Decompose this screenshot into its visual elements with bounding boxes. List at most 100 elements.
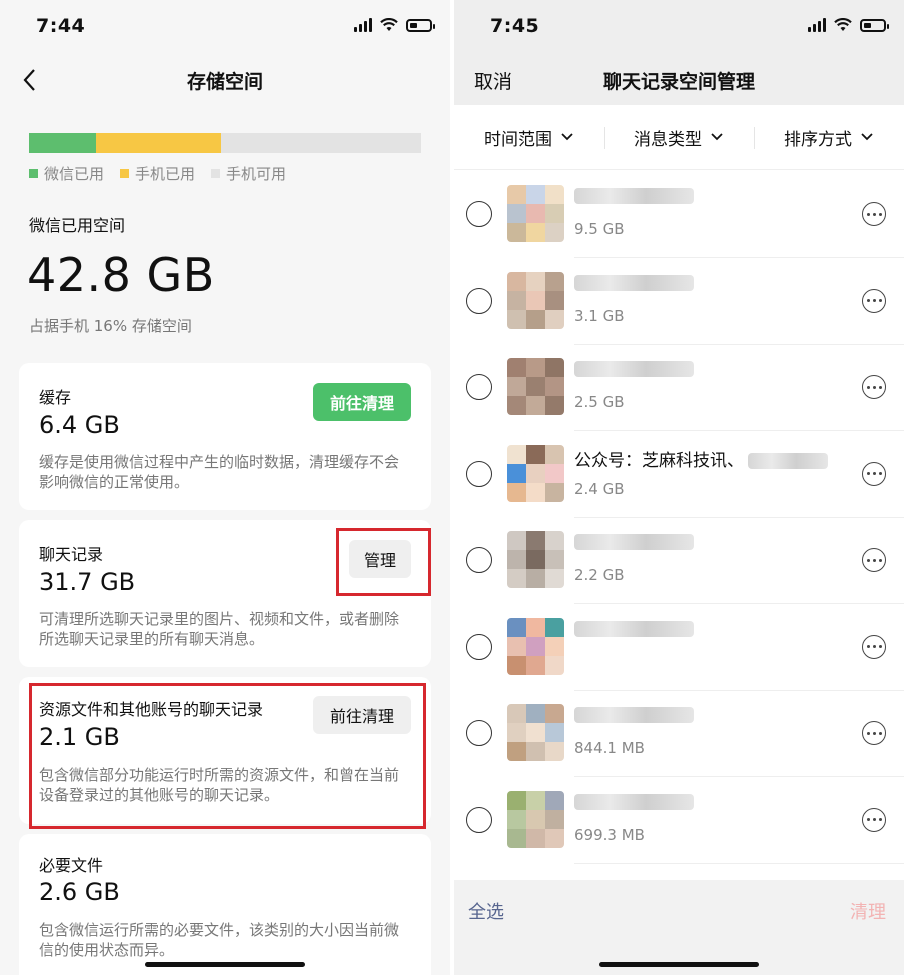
chat-space-manage-screen: 7:45 取消 聊天记录空间管理 时间范围 消息类型 排序方式 9.5 GB 3.… bbox=[454, 0, 904, 975]
filter-sort[interactable]: 排序方式 bbox=[754, 105, 904, 169]
chat-avatar bbox=[507, 185, 564, 242]
filter-label: 排序方式 bbox=[784, 129, 852, 150]
storage-segment-wechat bbox=[29, 133, 96, 153]
chat-name bbox=[574, 186, 694, 206]
required-files-label: 必要文件 bbox=[39, 856, 104, 875]
more-options-icon[interactable] bbox=[862, 288, 886, 313]
chat-name bbox=[574, 619, 694, 639]
blurred-name bbox=[574, 274, 694, 291]
more-options-icon[interactable] bbox=[862, 721, 886, 745]
chat-size: 3.1 GB bbox=[574, 306, 625, 325]
chat-name: 公众号：芝麻科技讯、 bbox=[574, 446, 828, 471]
chat-row[interactable]: 844.1 MB bbox=[454, 691, 904, 777]
select-radio[interactable] bbox=[466, 201, 492, 227]
status-time: 7:45 bbox=[490, 15, 540, 37]
chat-row[interactable]: 2.5 GB bbox=[454, 345, 904, 431]
legend-swatch-free bbox=[211, 169, 221, 178]
chat-avatar bbox=[507, 444, 564, 502]
legend-label: 手机已用 bbox=[135, 165, 196, 183]
chat-name bbox=[574, 705, 694, 725]
chat-row[interactable]: 699.3 MB bbox=[454, 778, 904, 864]
more-options-icon[interactable] bbox=[862, 202, 886, 226]
bottom-action-bar: 全选 清理 bbox=[454, 880, 904, 975]
filter-time-range[interactable]: 时间范围 bbox=[454, 105, 604, 169]
chat-avatar bbox=[507, 704, 564, 761]
used-space-label: 微信已用空间 bbox=[29, 216, 126, 235]
select-radio[interactable] bbox=[466, 374, 492, 400]
chat-history-label: 聊天记录 bbox=[39, 545, 104, 564]
more-options-icon[interactable] bbox=[862, 375, 886, 399]
chat-name bbox=[574, 792, 694, 812]
chat-avatar bbox=[507, 617, 564, 675]
blurred-name bbox=[748, 452, 828, 469]
wifi-icon bbox=[380, 18, 398, 31]
cache-description: 缓存是使用微信过程中产生的临时数据，清理缓存不会影响微信的正常使用。 bbox=[39, 453, 400, 491]
chat-size: 699.3 MB bbox=[574, 825, 645, 844]
chat-avatar bbox=[507, 358, 564, 415]
chat-size: 2.4 GB bbox=[574, 479, 625, 498]
highlight-box-manage bbox=[336, 528, 431, 596]
required-files-card: 必要文件 2.6 GB 包含微信运行所需的必要文件，该类别的大小因当前微信的使用… bbox=[19, 834, 431, 975]
page-title: 聊天记录空间管理 bbox=[602, 71, 755, 93]
blurred-name bbox=[574, 793, 694, 810]
blurred-name bbox=[574, 707, 694, 723]
legend-swatch-wechat bbox=[29, 169, 38, 178]
select-radio[interactable] bbox=[466, 806, 492, 833]
legend-label: 微信已用 bbox=[44, 165, 105, 183]
used-space-note: 占据手机 16% 存储空间 bbox=[29, 317, 192, 335]
required-files-size: 2.6 GB bbox=[39, 878, 120, 906]
chat-name bbox=[574, 273, 694, 293]
blurred-name bbox=[574, 534, 694, 550]
chat-avatar bbox=[507, 531, 564, 588]
cache-clean-button[interactable]: 前往清理 bbox=[313, 383, 411, 421]
chat-size: 9.5 GB bbox=[574, 220, 625, 238]
select-radio[interactable] bbox=[466, 547, 492, 573]
blurred-name bbox=[574, 188, 694, 204]
more-options-icon[interactable] bbox=[862, 807, 886, 832]
highlight-box-resources bbox=[29, 683, 426, 829]
wifi-icon bbox=[834, 18, 852, 31]
chat-history-size: 31.7 GB bbox=[39, 568, 136, 596]
cellular-signal-icon bbox=[808, 18, 826, 32]
filter-message-type[interactable]: 消息类型 bbox=[604, 105, 754, 169]
select-radio[interactable] bbox=[466, 460, 492, 487]
more-options-icon[interactable] bbox=[862, 634, 886, 659]
legend-label: 手机可用 bbox=[226, 165, 287, 183]
status-bar: 7:45 bbox=[454, 0, 904, 54]
more-options-icon[interactable] bbox=[862, 461, 886, 486]
cache-card: 缓存 6.4 GB 前往清理 缓存是使用微信过程中产生的临时数据，清理缓存不会影… bbox=[19, 363, 431, 510]
select-radio[interactable] bbox=[466, 720, 492, 746]
chat-row[interactable]: 公众号：芝麻科技讯、 2.4 GB bbox=[454, 432, 904, 518]
chat-avatar bbox=[507, 790, 564, 848]
chat-name bbox=[574, 359, 694, 379]
legend-phone-used: 手机已用 bbox=[120, 163, 195, 184]
chat-size: 844.1 MB bbox=[574, 739, 645, 757]
page-title: 存储空间 bbox=[186, 71, 263, 93]
chat-row[interactable]: 3.1 GB bbox=[454, 259, 904, 345]
chat-row[interactable]: 9.5 GB bbox=[454, 172, 904, 258]
chat-name bbox=[574, 532, 694, 552]
used-space-value: 42.8 GB bbox=[27, 248, 215, 302]
status-time: 7:44 bbox=[36, 15, 86, 37]
chat-size: 2.2 GB bbox=[574, 566, 625, 584]
clean-button[interactable]: 清理 bbox=[850, 898, 886, 924]
chevron-down-icon bbox=[561, 133, 573, 141]
cache-size: 6.4 GB bbox=[39, 411, 120, 439]
chevron-down-icon bbox=[861, 133, 873, 141]
more-options-icon[interactable] bbox=[862, 548, 886, 572]
filter-bar: 时间范围 消息类型 排序方式 bbox=[454, 105, 904, 170]
legend-phone-free: 手机可用 bbox=[211, 163, 286, 184]
chat-row[interactable] bbox=[454, 605, 904, 691]
blurred-name bbox=[574, 361, 694, 377]
select-all-button[interactable]: 全选 bbox=[468, 898, 504, 924]
battery-icon bbox=[406, 18, 435, 32]
storage-usage-bar bbox=[29, 133, 421, 153]
filter-label: 时间范围 bbox=[484, 129, 552, 150]
chat-avatar bbox=[507, 271, 564, 329]
select-radio[interactable] bbox=[466, 287, 492, 314]
select-radio[interactable] bbox=[466, 633, 492, 660]
legend-swatch-phone bbox=[120, 169, 130, 178]
chat-row[interactable]: 2.2 GB bbox=[454, 518, 904, 604]
home-indicator bbox=[145, 962, 305, 967]
cache-label: 缓存 bbox=[39, 388, 72, 407]
